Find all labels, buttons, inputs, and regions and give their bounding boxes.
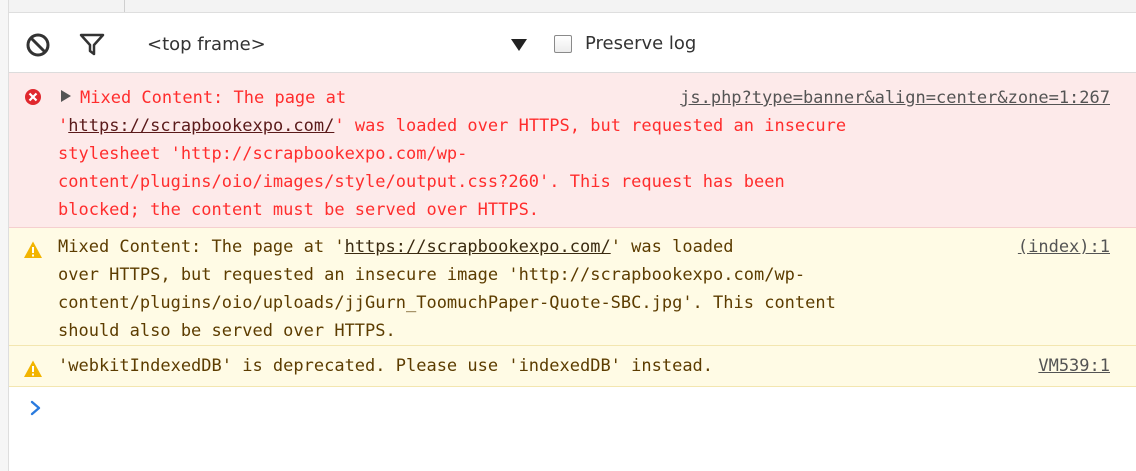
message-line: 'https://scrapbookexpo.com/' was loaded … (58, 112, 846, 140)
filter-icon[interactable] (79, 32, 105, 58)
message-text: blocked; the content must be served over… (58, 200, 540, 220)
message-line: blocked; the content must be served over… (58, 196, 539, 224)
tab-strip (9, 0, 1136, 13)
frame-select-label: <top frame> (147, 34, 266, 55)
preserve-log-label: Preserve log (585, 33, 697, 54)
message-line: Mixed Content: The page at 'https://scra… (58, 233, 734, 261)
tab-divider (124, 0, 125, 12)
frame-select[interactable]: <top frame> (147, 30, 531, 60)
message-text: should also be served over HTTPS. (58, 321, 396, 341)
message-text: content/plugins/oio/images/style/output.… (58, 172, 785, 192)
message-line: Mixed Content: The page at (80, 84, 346, 112)
message-text: 'webkitIndexedDB' is deprecated. Please … (58, 356, 714, 376)
message-text: ' was loaded (610, 237, 734, 257)
warning-triangle-icon (23, 359, 43, 379)
message-text: over HTTPS, but requested an insecure im… (58, 265, 806, 285)
block-icon[interactable] (25, 32, 51, 58)
message-line: stylesheet 'http://scrapbookexpo.com/wp- (58, 140, 467, 168)
console-message-error: Mixed Content: The page at 'https://scra… (9, 73, 1136, 228)
expand-triangle-icon[interactable] (61, 90, 71, 102)
warning-triangle-icon (23, 240, 43, 260)
message-line: should also be served over HTTPS. (58, 317, 396, 345)
message-line: content/plugins/oio/uploads/jjGurn_Toomu… (58, 289, 836, 317)
message-source-link[interactable]: VM539:1 (1038, 352, 1110, 380)
page-url-link[interactable]: https://scrapbookexpo.com/ (68, 116, 334, 136)
message-text: Mixed Content: The page at ' (58, 237, 345, 257)
console-toolbar: <top frame> Preserve log (9, 13, 1136, 73)
prompt-chevron-icon (29, 398, 43, 418)
preserve-log-toggle[interactable]: Preserve log (554, 30, 754, 60)
message-text: ' (58, 116, 69, 136)
console-message-warning: Mixed Content: The page at 'https://scra… (9, 228, 1136, 346)
message-text: Mixed Content: The page at (80, 88, 347, 108)
preserve-log-checkbox[interactable] (554, 35, 572, 53)
chevron-down-icon (511, 39, 527, 51)
console-messages: Mixed Content: The page at 'https://scra… (9, 73, 1136, 387)
devtools-console: <top frame> Preserve log Mixed Content: … (0, 0, 1136, 471)
message-source-link[interactable]: js.php?type=banner&align=center&zone=1:2… (680, 84, 1110, 112)
message-text: content/plugins/oio/uploads/jjGurn_Toomu… (58, 293, 836, 313)
left-panel-edge (0, 0, 9, 471)
message-line: content/plugins/oio/images/style/output.… (58, 168, 785, 196)
message-source-link[interactable]: (index):1 (1018, 233, 1110, 261)
console-message-warning: 'webkitIndexedDB' is deprecated. Please … (9, 346, 1136, 387)
console-prompt[interactable] (9, 388, 1136, 471)
page-url-link[interactable]: https://scrapbookexpo.com/ (345, 237, 611, 257)
message-text: ' was loaded over HTTPS, but requested a… (334, 116, 847, 136)
message-line: 'webkitIndexedDB' is deprecated. Please … (58, 352, 713, 380)
message-text: stylesheet 'http://scrapbookexpo.com/wp- (58, 144, 468, 164)
error-circle-icon (23, 87, 43, 107)
message-line: over HTTPS, but requested an insecure im… (58, 261, 805, 289)
